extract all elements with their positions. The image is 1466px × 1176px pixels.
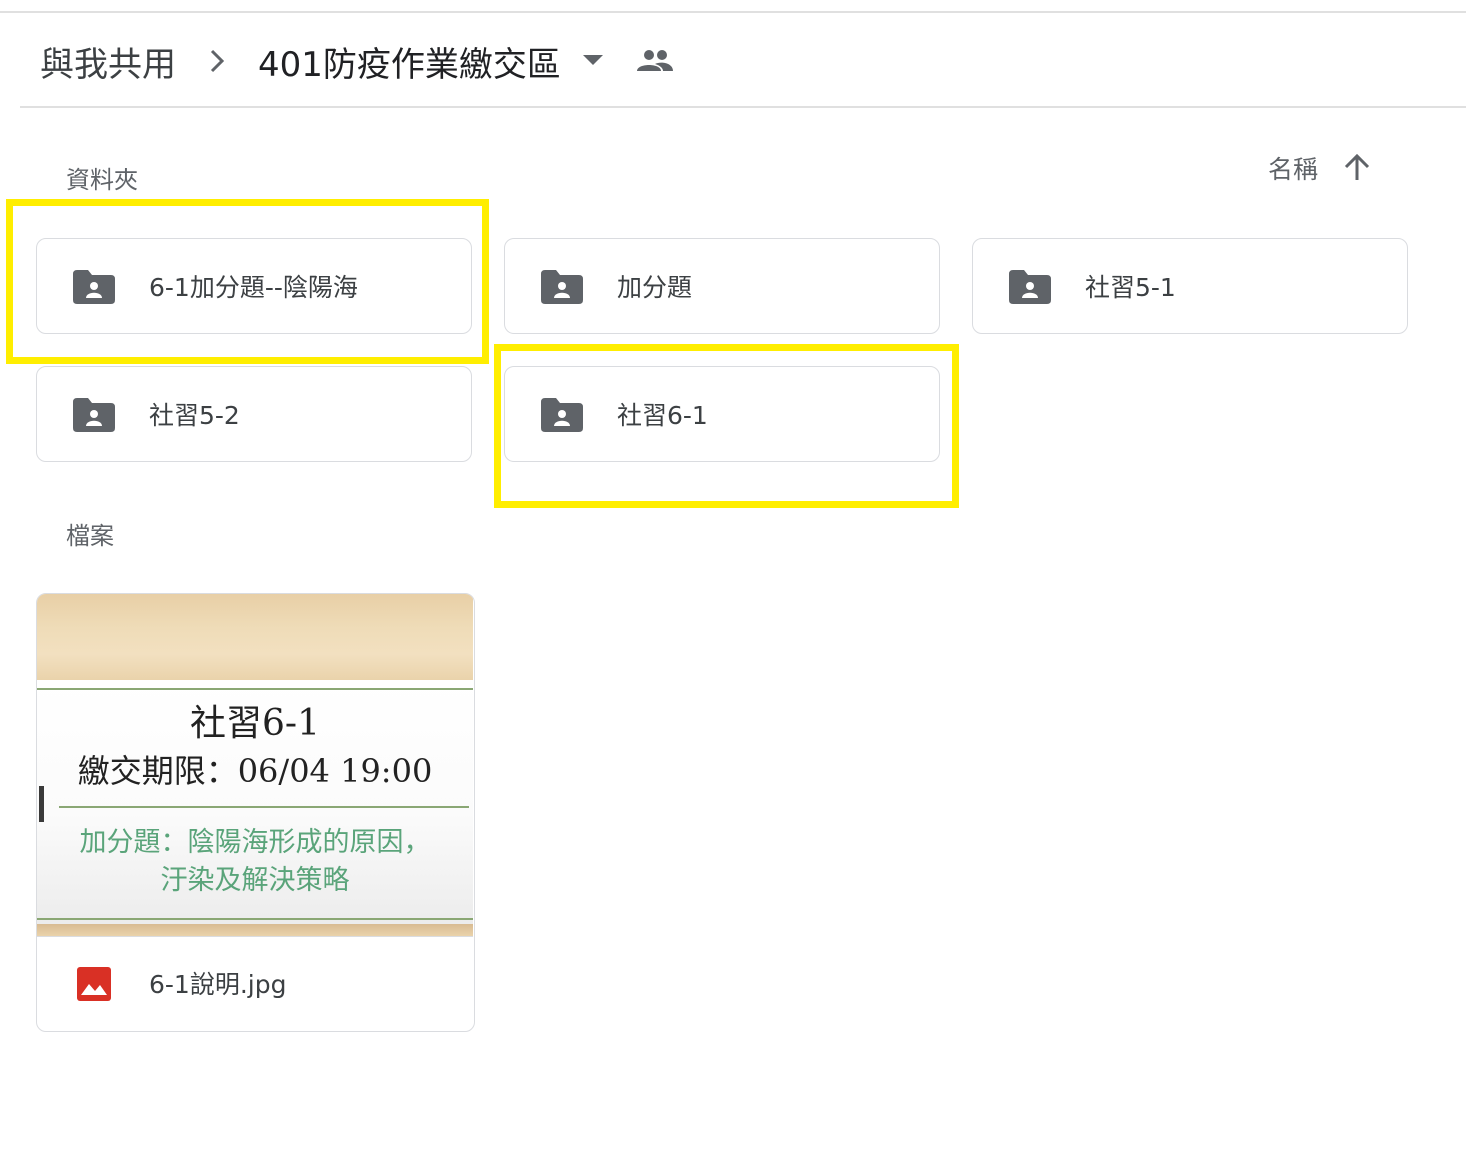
folder-card[interactable]: 社習5-2 xyxy=(36,366,472,462)
thumbnail-wood-edge xyxy=(37,924,473,936)
image-file-icon xyxy=(77,967,111,1001)
thumbnail-subtitle-line1: 加分題：陰陽海形成的原因， xyxy=(79,827,431,858)
breadcrumb-shared-with-me[interactable]: 與我共用 xyxy=(40,37,176,86)
folder-card[interactable]: 社習5-1 xyxy=(972,238,1408,334)
folder-card[interactable]: 加分題 xyxy=(504,238,940,334)
breadcrumb-current-folder[interactable]: 401防疫作業繳交區 xyxy=(258,37,561,86)
thumbnail-rule xyxy=(59,806,469,808)
thumbnail-deadline: 繳交期限：06/04 19:00 xyxy=(77,752,433,790)
breadcrumb: 與我共用 401防疫作業繳交區 xyxy=(40,34,673,88)
file-thumbnail: 社習6-1 繳交期限：06/04 19:00 加分題：陰陽海形成的原因， 汙染及… xyxy=(37,594,473,936)
chevron-right-icon xyxy=(176,48,258,74)
shared-folder-icon xyxy=(541,270,583,304)
arrow-up-icon[interactable] xyxy=(1344,154,1370,182)
caret-down-icon[interactable] xyxy=(582,55,603,67)
highlight-box xyxy=(494,344,959,508)
thumbnail-title: 社習6-1 xyxy=(190,703,320,744)
folder-name: 社習5-1 xyxy=(1085,273,1176,302)
files-section-label: 檔案 xyxy=(66,522,114,550)
shared-folder-icon xyxy=(1009,270,1051,304)
thumbnail-subtitle-line2: 汙染及解決策略 xyxy=(160,865,350,896)
sort-by-name-button[interactable]: 名稱 xyxy=(1268,150,1318,186)
top-divider xyxy=(0,11,1466,13)
header-divider xyxy=(20,106,1466,108)
thumbnail-rule xyxy=(37,688,473,690)
file-footer: 6-1說明.jpg xyxy=(37,936,473,1031)
thumbnail-wood-background xyxy=(37,594,473,680)
folder-name: 加分題 xyxy=(617,273,693,302)
people-icon xyxy=(636,49,673,73)
file-name: 6-1說明.jpg xyxy=(149,970,287,999)
folder-name: 社習5-2 xyxy=(149,401,240,430)
thumbnail-rule xyxy=(37,918,473,920)
file-card[interactable]: 社習6-1 繳交期限：06/04 19:00 加分題：陰陽海形成的原因， 汙染及… xyxy=(36,593,475,1032)
shared-folder-icon xyxy=(73,398,115,432)
sort-control[interactable]: 名稱 xyxy=(1268,150,1370,186)
highlight-box xyxy=(6,199,489,364)
folders-section-label: 資料夾 xyxy=(66,166,138,194)
